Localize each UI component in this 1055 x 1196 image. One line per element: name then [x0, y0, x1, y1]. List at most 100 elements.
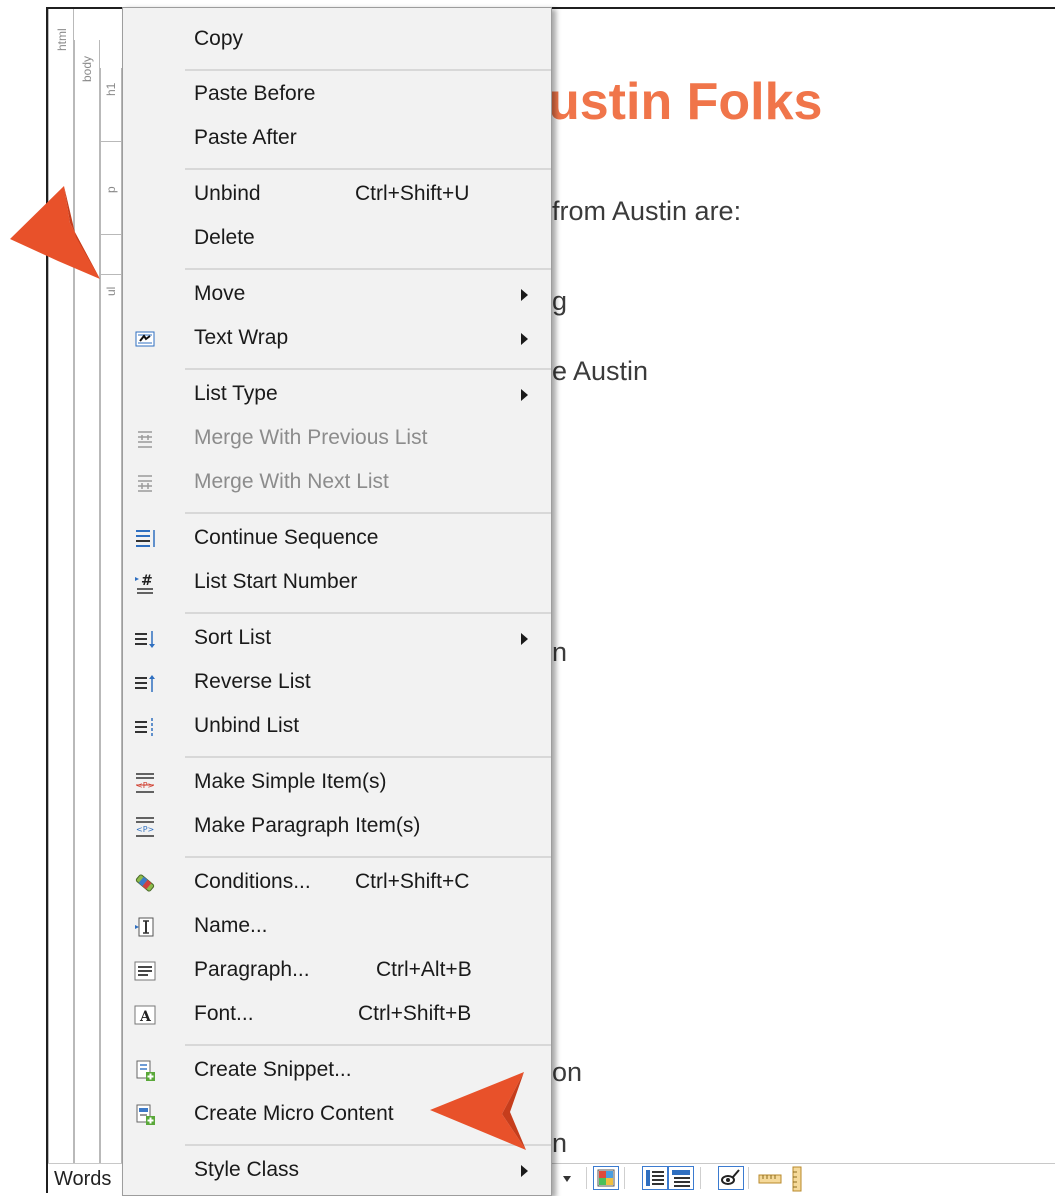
reverse-list-icon	[135, 675, 155, 692]
menu-item-label: Merge With Next List	[194, 470, 389, 493]
paragraph-icon	[134, 961, 156, 981]
menu-item-merge-next[interactable]: Merge With Next List	[123, 461, 551, 505]
menu-item-make-paragraph-items[interactable]: <P> Make Paragraph Item(s)	[123, 805, 551, 849]
menu-item-text-wrap[interactable]: Text Wrap	[123, 317, 551, 361]
menu-item-label: Make Paragraph Item(s)	[194, 814, 421, 837]
menu-item-paste-before[interactable]: Paste Before	[123, 73, 551, 117]
menu-item-label: Paste Before	[194, 82, 316, 105]
horizontal-ruler-icon[interactable]	[758, 1169, 782, 1189]
conditions-icon	[135, 874, 155, 892]
menu-item-font[interactable]: A Font... Ctrl+Shift+B	[123, 993, 551, 1037]
menu-separator	[185, 856, 551, 858]
menu-item-label: List Type	[194, 382, 278, 405]
menu-item-unbind-list[interactable]: Unbind List	[123, 705, 551, 749]
menu-item-shortcut: Ctrl+Shift+U	[355, 182, 470, 205]
show-blocks-button[interactable]	[642, 1166, 668, 1190]
create-snippet-icon	[136, 1060, 155, 1081]
menu-item-label: Paragraph...	[194, 958, 310, 981]
menu-item-label: Conditions...	[194, 870, 311, 893]
menu-item-label: List Start Number	[194, 570, 358, 593]
body-bar-label: body	[80, 55, 94, 82]
context-menu: Copy Paste Before Paste After Unbind Ctr…	[122, 7, 552, 1196]
svg-text:<P>: <P>	[136, 825, 154, 834]
menu-item-label: Move	[194, 282, 246, 305]
menu-separator	[185, 1044, 551, 1046]
list-start-number-icon: #	[135, 573, 153, 594]
ul-bar-label: ul	[104, 286, 118, 296]
menu-item-move[interactable]: Move	[123, 273, 551, 317]
menu-item-label: Make Simple Item(s)	[194, 770, 387, 793]
menu-item-label: Continue Sequence	[194, 526, 379, 549]
menu-item-delete[interactable]: Delete	[123, 217, 551, 261]
menu-item-label: Create Snippet...	[194, 1058, 352, 1081]
menu-item-merge-previous[interactable]: Merge With Previous List	[123, 417, 551, 461]
show-structure-button[interactable]	[668, 1166, 694, 1190]
menu-item-make-simple-items[interactable]: <P> Make Simple Item(s)	[123, 761, 551, 805]
menu-item-reverse-list[interactable]: Reverse List	[123, 661, 551, 705]
make-paragraph-item-icon: <P>	[136, 817, 154, 837]
menu-item-name[interactable]: Name...	[123, 905, 551, 949]
menu-separator	[185, 69, 551, 71]
color-grid-button[interactable]	[593, 1166, 619, 1190]
menu-item-conditions[interactable]: Conditions... Ctrl+Shift+C	[123, 861, 551, 905]
menu-item-shortcut: Ctrl+Alt+B	[376, 958, 472, 981]
menu-item-list-start-number[interactable]: # List Start Number	[123, 561, 551, 605]
menu-item-label: Style Class	[194, 1158, 300, 1181]
menu-item-label: Reverse List	[194, 670, 311, 693]
document-line[interactable]: from Austin are:	[552, 196, 741, 227]
menu-item-label: Name...	[194, 914, 268, 937]
menu-item-list-type[interactable]: List Type	[123, 373, 551, 417]
continue-sequence-icon	[136, 530, 155, 547]
document-line[interactable]: e Austin	[552, 356, 648, 387]
words-label: Words	[54, 1168, 112, 1190]
menu-item-label: Font...	[194, 1002, 254, 1025]
name-icon	[135, 917, 154, 937]
submenu-arrow-icon	[521, 633, 528, 645]
dropdown-arrow-icon[interactable]	[561, 1174, 573, 1184]
svg-text:#: #	[141, 573, 153, 589]
menu-item-label: Sort List	[194, 626, 272, 649]
merge-previous-icon	[138, 431, 152, 448]
color-grid-icon	[597, 1169, 615, 1187]
toolbar-separator	[748, 1167, 749, 1189]
document-heading[interactable]: ustin Folks	[548, 72, 822, 132]
document-line[interactable]: g	[552, 286, 567, 317]
toolbar-separator	[700, 1167, 701, 1189]
merge-next-icon	[138, 475, 152, 492]
html-structure-bar[interactable]: html	[48, 9, 74, 1166]
menu-item-label: Merge With Previous List	[194, 426, 428, 449]
h1-bar-label: h1	[104, 82, 118, 96]
menu-item-unbind[interactable]: Unbind Ctrl+Shift+U	[123, 173, 551, 217]
callout-arrow-bottom-icon	[430, 1072, 526, 1150]
menu-separator	[185, 168, 551, 170]
show-blocks-icon	[646, 1170, 664, 1186]
menu-item-sort-list[interactable]: Sort List	[123, 617, 551, 661]
menu-item-paste-after[interactable]: Paste After	[123, 117, 551, 161]
font-icon: A	[134, 1005, 156, 1025]
menu-item-paragraph[interactable]: Paragraph... Ctrl+Alt+B	[123, 949, 551, 993]
show-tags-icon	[721, 1169, 740, 1185]
document-line[interactable]: on	[552, 1057, 582, 1088]
menu-item-style-class[interactable]: Style Class	[123, 1149, 551, 1193]
menu-item-label: Text Wrap	[194, 326, 289, 349]
html-bar-label: html	[55, 28, 69, 51]
menu-item-label: Delete	[194, 226, 255, 249]
menu-separator	[185, 268, 551, 270]
menu-item-label: Unbind List	[194, 714, 300, 737]
menu-item-copy[interactable]: Copy	[123, 18, 551, 62]
vertical-ruler-icon[interactable]	[788, 1166, 806, 1192]
menu-item-label: Create Micro Content	[194, 1102, 394, 1125]
menu-separator	[185, 756, 551, 758]
show-tags-button[interactable]	[718, 1166, 744, 1190]
text-wrap-icon	[135, 331, 155, 347]
submenu-arrow-icon	[521, 1165, 528, 1177]
document-line[interactable]: n	[552, 1128, 567, 1159]
toolbar-separator	[624, 1167, 625, 1189]
sort-list-icon	[135, 631, 155, 648]
p-bar-label: p	[104, 186, 118, 193]
submenu-arrow-icon	[521, 289, 528, 301]
document-line[interactable]: n	[552, 637, 567, 668]
menu-item-continue-sequence[interactable]: Continue Sequence	[123, 517, 551, 561]
menu-item-label: Unbind	[194, 182, 261, 205]
menu-item-shortcut: Ctrl+Shift+C	[355, 870, 470, 893]
